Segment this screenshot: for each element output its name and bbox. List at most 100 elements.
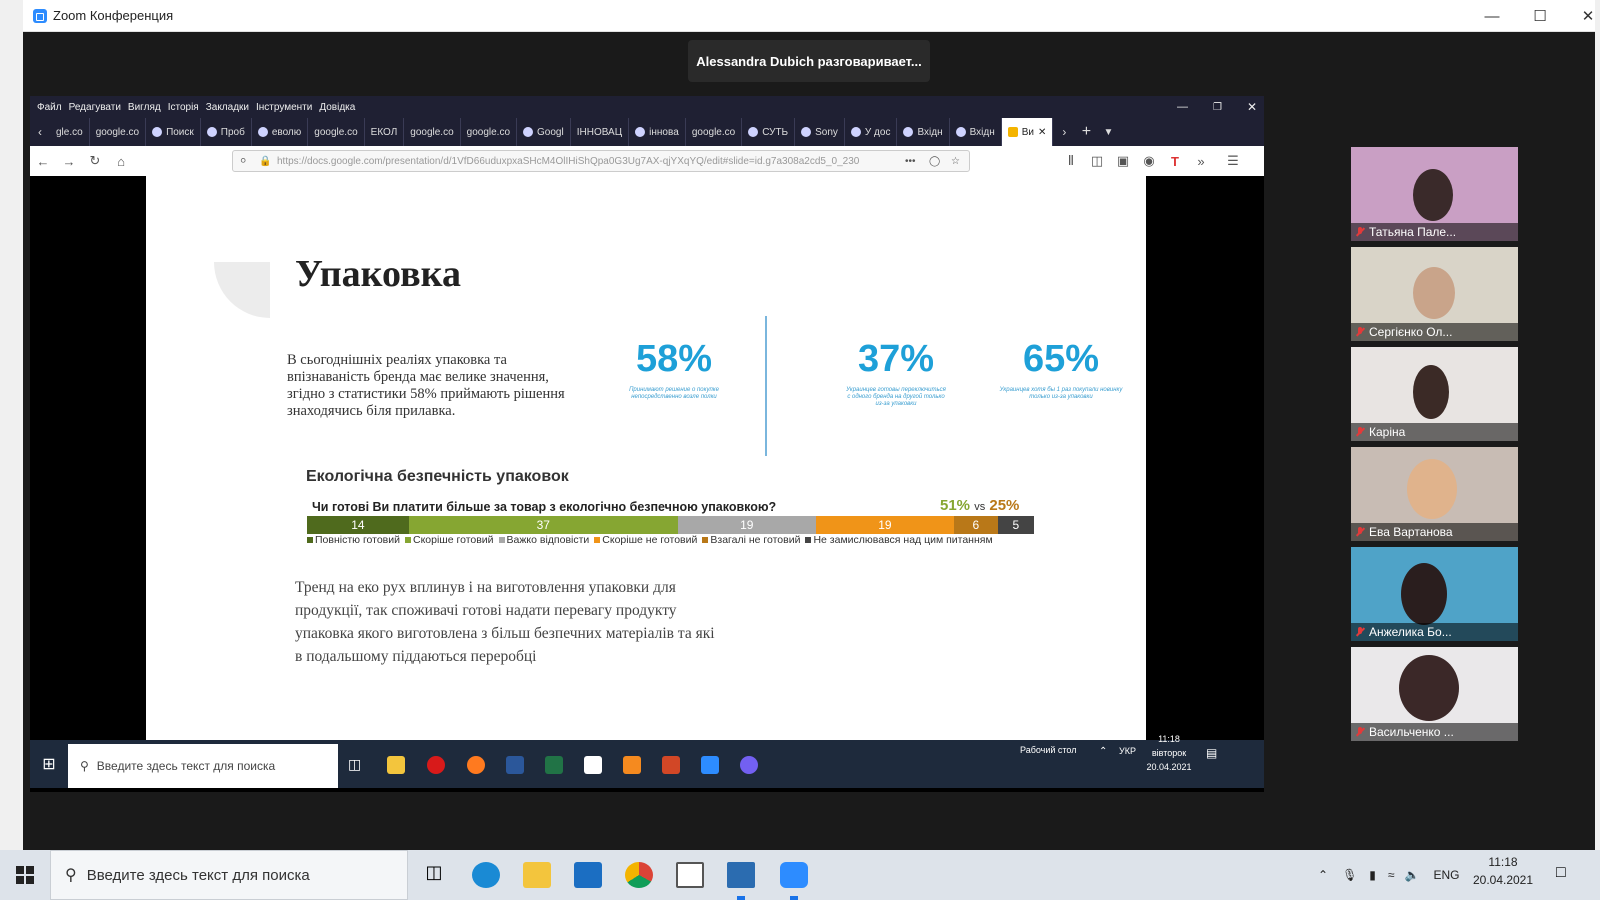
inner-lang[interactable]: УКР: [1119, 746, 1136, 756]
sidebar-icon[interactable]: ◫: [1084, 153, 1110, 169]
file-explorer-icon[interactable]: [523, 862, 551, 888]
ff-restore-icon[interactable]: ❐: [1213, 102, 1222, 113]
stat-value: 65%: [1022, 338, 1100, 380]
notifications-icon[interactable]: □: [1556, 864, 1566, 882]
browser-tab[interactable]: Вхідн: [897, 118, 950, 146]
browser-tab[interactable]: google.co: [404, 118, 461, 146]
windows-start-icon[interactable]: [0, 850, 50, 900]
browser-tab[interactable]: google.co: [90, 118, 147, 146]
edge-icon[interactable]: [472, 862, 500, 888]
participant-tile[interactable]: Ева Вартанова: [1351, 447, 1518, 541]
ff-minimize-icon[interactable]: —: [1177, 101, 1188, 113]
menu-help[interactable]: Довідка: [319, 102, 355, 113]
battery-icon[interactable]: ▮: [1369, 868, 1376, 882]
notification-icon[interactable]: ▤: [1206, 746, 1217, 760]
stat-divider: [765, 316, 767, 456]
menu-history[interactable]: Історія: [168, 102, 199, 113]
menu-view[interactable]: Вигляд: [128, 102, 161, 113]
menu-file[interactable]: Файл: [37, 102, 62, 113]
chrome-icon[interactable]: [625, 862, 653, 888]
mail-icon[interactable]: [574, 862, 602, 888]
language-indicator[interactable]: ENG: [1433, 868, 1459, 882]
opera-icon[interactable]: [427, 756, 445, 774]
survey-question: Чи готові Ви платити більше за товар з е…: [312, 500, 777, 514]
browser-tab[interactable]: СУТЬ: [742, 118, 796, 146]
menu-tools[interactable]: Інструменти: [256, 102, 312, 113]
taskbar-clock[interactable]: 11:18 20.04.2021: [1468, 853, 1538, 889]
back-icon[interactable]: ←: [30, 154, 56, 169]
library-icon[interactable]: Ⅱ: [1058, 153, 1084, 169]
firefox-icon[interactable]: [467, 756, 485, 774]
close-button[interactable]: ✕: [1565, 0, 1600, 32]
legend-item: Повністю готовий: [307, 534, 400, 546]
task-view-icon[interactable]: ◫: [348, 756, 366, 774]
more-extensions-icon[interactable]: »: [1188, 154, 1214, 169]
microphone-icon[interactable]: 🎙: [1342, 868, 1357, 882]
page-actions-icon[interactable]: •••: [905, 156, 916, 167]
inner-clock[interactable]: 11:18 вівторок 20.04.2021: [1144, 732, 1194, 774]
participant-tile[interactable]: Татьяна Пале...: [1351, 147, 1518, 241]
pocket-icon[interactable]: ◯: [929, 156, 940, 167]
powerpoint-icon[interactable]: [662, 756, 680, 774]
browser-tab-active[interactable]: Ви ✕: [1001, 118, 1054, 146]
tray-chevron-icon[interactable]: ⌃: [1099, 746, 1107, 757]
zoom-window-title: Zoom Конференция: [53, 8, 174, 23]
new-tab-icon[interactable]: +: [1075, 123, 1097, 141]
browser-tab[interactable]: ЕКОЛ: [365, 118, 405, 146]
desktop-label[interactable]: Рабочий стол: [1020, 745, 1077, 755]
word-icon[interactable]: [506, 756, 524, 774]
reload-icon[interactable]: ↻: [82, 153, 108, 169]
browser-tab[interactable]: У дос: [845, 118, 898, 146]
tray-chevron-icon[interactable]: ⌃: [1318, 868, 1328, 882]
browser-tab[interactable]: Поиск: [146, 118, 201, 146]
minimize-button[interactable]: —: [1469, 0, 1515, 32]
hamburger-menu-icon[interactable]: ☰: [1220, 153, 1246, 169]
excel-icon[interactable]: [545, 756, 563, 774]
task-view-icon[interactable]: ◫: [420, 862, 448, 888]
browser-tab[interactable]: gle.co: [50, 118, 90, 146]
maximize-button[interactable]: ☐: [1517, 0, 1563, 32]
document-icon[interactable]: [727, 862, 755, 888]
browser-tab[interactable]: еволю: [252, 118, 309, 146]
tab-close-icon[interactable]: ✕: [1038, 127, 1046, 138]
7zip-icon[interactable]: [584, 756, 602, 774]
participant-tile[interactable]: Васильченко ...: [1351, 647, 1518, 741]
shared-screen: Файл Редагувати Вигляд Історія Закладки …: [30, 96, 1264, 792]
taskbar-search-box[interactable]: ⚲ Введите здесь текст для поиска: [50, 850, 408, 900]
url-bar[interactable]: ⚪ 🔒 https://docs.google.com/presentation…: [232, 150, 970, 172]
wifi-icon[interactable]: ≈: [1388, 868, 1395, 882]
translate-extension-icon[interactable]: T: [1162, 154, 1188, 169]
zoom-taskbar-icon[interactable]: [780, 862, 808, 888]
browser-tab[interactable]: ІННОВАЦ: [571, 118, 630, 146]
browser-tab[interactable]: google.co: [308, 118, 365, 146]
tab-list-icon[interactable]: ▼: [1097, 127, 1119, 138]
participant-tile[interactable]: Каріна: [1351, 347, 1518, 441]
home-icon[interactable]: ⌂: [108, 154, 134, 169]
account-icon[interactable]: ◉: [1136, 153, 1162, 169]
browser-tab[interactable]: інновa: [629, 118, 686, 146]
file-icon[interactable]: [676, 862, 704, 888]
browser-tab[interactable]: Googl: [517, 118, 571, 146]
forward-icon[interactable]: →: [56, 154, 82, 169]
browser-tab[interactable]: google.co: [686, 118, 743, 146]
participant-tile[interactable]: Анжелика Бо...: [1351, 547, 1518, 641]
screenshot-icon[interactable]: ▣: [1110, 153, 1136, 169]
menu-edit[interactable]: Редагувати: [69, 102, 121, 113]
file-explorer-icon[interactable]: [387, 756, 405, 774]
tabs-scroll-right-icon[interactable]: ›: [1053, 125, 1075, 139]
ff-close-icon[interactable]: ✕: [1247, 100, 1257, 114]
menu-bookmarks[interactable]: Закладки: [206, 102, 249, 113]
browser-tab[interactable]: Sony: [795, 118, 845, 146]
browser-tab[interactable]: google.co: [461, 118, 518, 146]
zoom-taskbar-icon[interactable]: [701, 756, 719, 774]
windows-start-icon[interactable]: ⊞: [30, 754, 68, 774]
participant-tile[interactable]: Сергієнко Ол...: [1351, 247, 1518, 341]
tabs-scroll-left-icon[interactable]: ‹: [30, 125, 50, 139]
pdf-icon[interactable]: [623, 756, 641, 774]
browser-tab[interactable]: Проб: [201, 118, 252, 146]
bookmark-star-icon[interactable]: ☆: [951, 156, 960, 167]
viber-icon[interactable]: [740, 756, 758, 774]
shared-search-box[interactable]: ⚲ Введите здесь текст для поиска: [68, 744, 338, 788]
browser-tab[interactable]: Вхідн: [950, 118, 1002, 146]
volume-icon[interactable]: 🔈: [1405, 868, 1420, 882]
